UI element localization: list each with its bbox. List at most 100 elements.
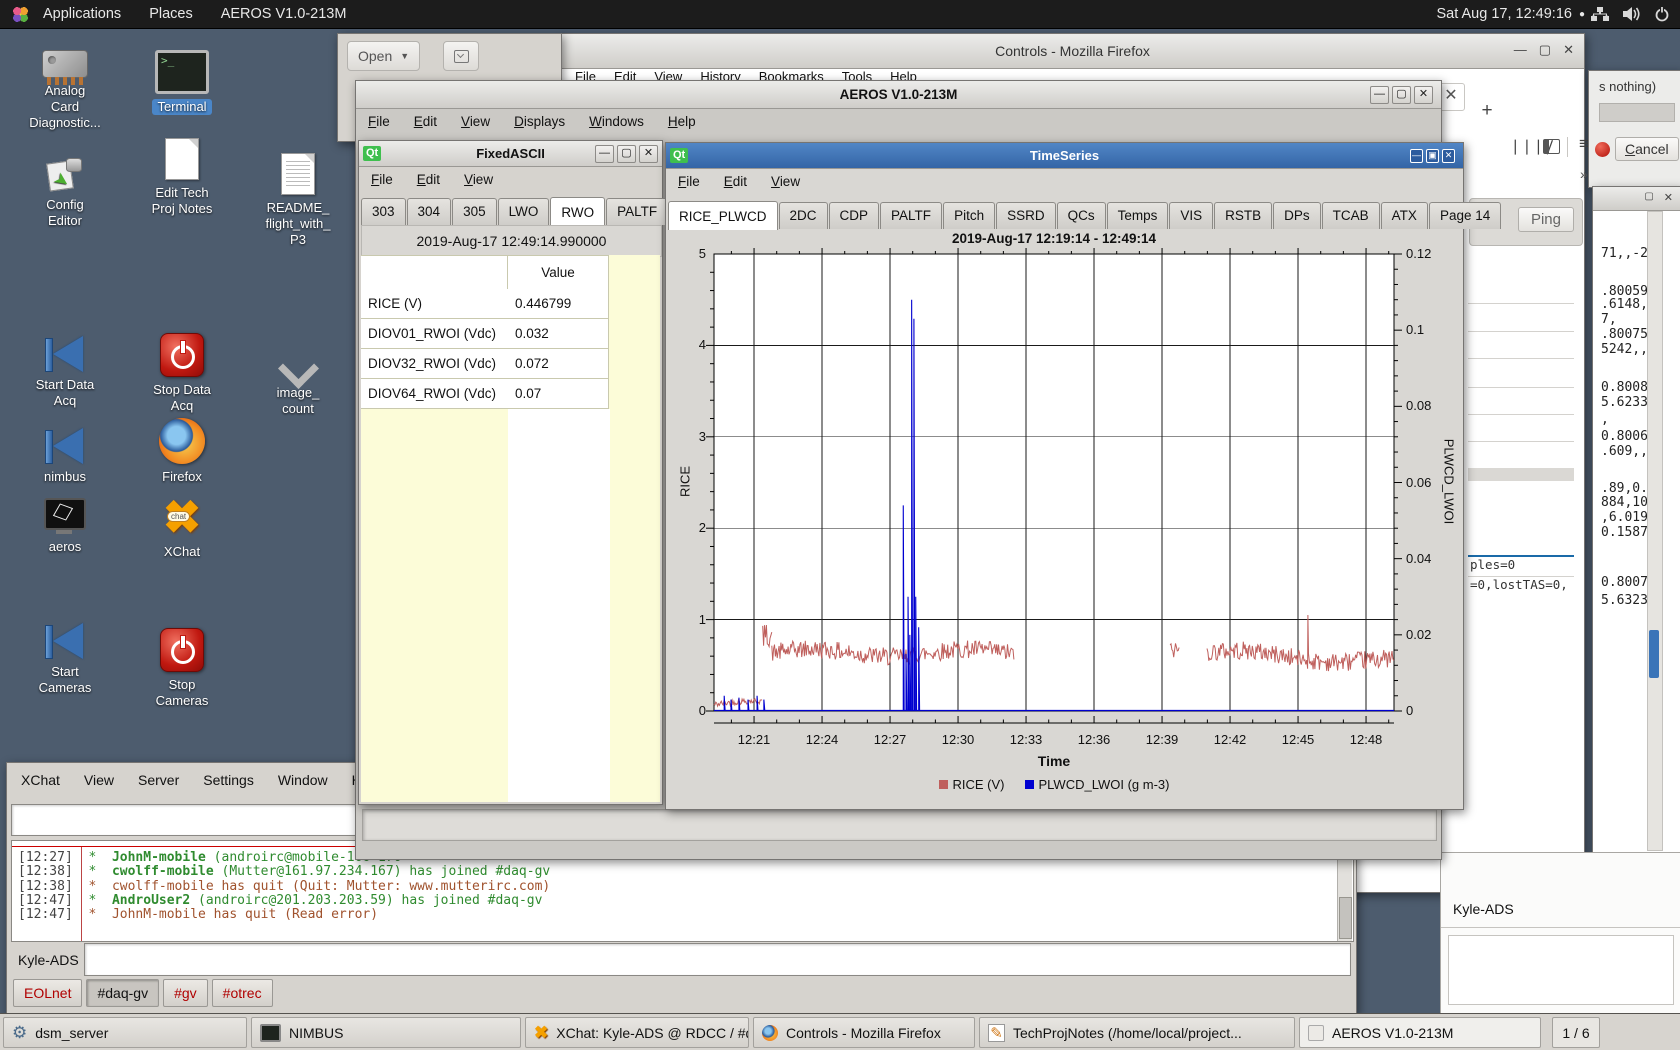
tab-dps[interactable]: DPs — [1273, 202, 1321, 229]
tab-303[interactable]: 303 — [361, 198, 406, 225]
close-icon[interactable]: ✕ — [1414, 86, 1433, 104]
taskbar-item-dsm-server[interactable]: ⚙dsm_server — [3, 1017, 247, 1048]
tab-vis[interactable]: VIS — [1169, 202, 1213, 229]
new-tab-button[interactable]: + — [1476, 100, 1498, 122]
tab-temps[interactable]: Temps — [1107, 202, 1169, 229]
tab-paltf[interactable]: PALTF — [880, 202, 942, 229]
maximize-icon[interactable]: ▢ — [1644, 191, 1653, 204]
xchat-menu-settings[interactable]: Settings — [203, 772, 254, 788]
power-icon[interactable] — [1654, 6, 1670, 22]
desktop-icon-stop-data-acq[interactable]: Stop DataAcq — [124, 333, 240, 414]
tab-lwo[interactable]: LWO — [498, 198, 550, 225]
fixedascii-menu-file[interactable]: File — [371, 172, 393, 187]
maximize-icon[interactable]: ▢ — [617, 145, 636, 163]
topic-input[interactable] — [11, 804, 359, 836]
tab-page-14[interactable]: Page 14 — [1429, 202, 1501, 229]
channel-tab-eolnet[interactable]: EOLnet — [13, 979, 82, 1007]
chart-area[interactable]: 2019-Aug-17 12:19:14 - 12:49:14 RICE PLW… — [666, 229, 1463, 809]
selected-row[interactable] — [1468, 468, 1574, 481]
taskbar-item-controls-mozilla-firefox[interactable]: Controls - Mozilla Firefox — [753, 1017, 975, 1048]
fixedascii-menu-view[interactable]: View — [464, 172, 493, 187]
minimize-icon[interactable]: — — [1514, 42, 1527, 58]
minimize-icon[interactable]: — — [595, 145, 614, 163]
scrollbar-thumb[interactable] — [1649, 630, 1659, 678]
tab-ssrd[interactable]: SSRD — [996, 202, 1056, 229]
channel-tab-otrec[interactable]: #otrec — [212, 979, 273, 1007]
desktop-icon-start-cameras[interactable]: StartCameras — [7, 623, 123, 696]
userlist-nick[interactable]: Kyle-ADS — [1453, 901, 1514, 917]
minimize-icon[interactable]: — — [1410, 149, 1423, 163]
chart-plot[interactable] — [666, 229, 1463, 809]
close-icon[interactable]: ✕ — [1442, 149, 1455, 163]
tab-rstb[interactable]: RSTB — [1214, 202, 1272, 229]
volume-icon[interactable] — [1622, 6, 1641, 22]
desktop-icon-xchat[interactable]: ✖chatXChat — [124, 495, 240, 560]
timeseries-titlebar[interactable]: Qt TimeSeries — ▣ ✕ — [666, 143, 1463, 169]
scrollbar[interactable] — [1647, 211, 1663, 851]
scrollbar-thumb[interactable] — [1339, 897, 1352, 939]
topbar-menu-places[interactable]: Places — [135, 0, 207, 28]
topbar-menu-aeros-v1-0-213m[interactable]: AEROS V1.0-213M — [207, 0, 361, 28]
taskbar-item-nimbus[interactable]: NIMBUS — [251, 1017, 521, 1048]
maximize-icon[interactable]: ▢ — [1392, 86, 1411, 104]
desktop-icon-edit-tech-proj-notes[interactable]: Edit TechProj Notes — [124, 138, 240, 217]
firefox-titlebar[interactable]: Controls - Mozilla Firefox — ▢ ✕ — [561, 34, 1584, 69]
topbar-menu-applications[interactable]: Applications — [29, 0, 135, 28]
tab-304[interactable]: 304 — [407, 198, 452, 225]
close-icon[interactable]: ✕ — [639, 145, 658, 163]
xchat-menu-xchat[interactable]: XChat — [21, 772, 60, 788]
network-icon[interactable] — [1591, 6, 1609, 22]
desktop-icon-image-count[interactable]: image_count — [240, 354, 356, 417]
aeros-menu-windows[interactable]: Windows — [589, 114, 644, 129]
aeros-menu-edit[interactable]: Edit — [414, 114, 437, 129]
taskbar-item-xchat-kyle-ads-rdcc-daq-gv[interactable]: ✖XChat: Kyle-ADS @ RDCC / #daq-gv... — [525, 1017, 749, 1048]
tab-305[interactable]: 305 — [452, 198, 497, 225]
save-as-button[interactable] — [443, 41, 479, 71]
tab-rice-plwcd[interactable]: RICE_PLWCD — [668, 201, 778, 230]
chat-input[interactable] — [84, 943, 1351, 976]
mdi-scrollbar[interactable] — [362, 809, 1437, 841]
desktop-icon-nimbus[interactable]: nimbus — [7, 428, 123, 485]
ping-button[interactable]: Ping — [1518, 207, 1574, 232]
tab-paltf[interactable]: PALTF — [606, 198, 668, 225]
fixedascii-titlebar[interactable]: Qt FixedASCII — ▢ ✕ — [359, 141, 662, 167]
close-icon[interactable]: ✕ — [1563, 42, 1574, 58]
aeros-menu-file[interactable]: File — [368, 114, 390, 129]
tab-atx[interactable]: ATX — [1381, 202, 1428, 229]
taskbar-item-aeros-v1-0-213m[interactable]: AEROS V1.0-213M — [1299, 1017, 1541, 1048]
channel-tab-daq-gv[interactable]: #daq-gv — [86, 979, 159, 1007]
tab-cdp[interactable]: CDP — [829, 202, 880, 229]
sidebar-icon[interactable] — [1543, 139, 1560, 154]
desktop-icon-stop-cameras[interactable]: StopCameras — [124, 628, 240, 709]
data-stream-titlebar[interactable]: ▢ ✕ — [1593, 187, 1680, 211]
dialog-field[interactable] — [1599, 103, 1675, 122]
desktop-icon-aeros[interactable]: aeros — [7, 498, 123, 555]
bookmarks-overflow-icon[interactable]: » — [1580, 166, 1588, 182]
tab-2dc[interactable]: 2DC — [779, 202, 828, 229]
desktop-icon-analog-card-diagnostic[interactable]: AnalogCardDiagnostic... — [7, 50, 123, 131]
tab-tcab[interactable]: TCAB — [1322, 202, 1380, 229]
minimize-icon[interactable]: — — [1370, 86, 1389, 104]
desktop-icon-terminal[interactable]: >_Terminal — [124, 50, 240, 115]
workspace-pager[interactable]: 1 / 6 — [1552, 1017, 1600, 1048]
xchat-menu-view[interactable]: View — [84, 772, 114, 788]
aeros-menu-help[interactable]: Help — [668, 114, 696, 129]
xchat-menu-window[interactable]: Window — [278, 772, 328, 788]
timeseries-menu-edit[interactable]: Edit — [724, 174, 747, 189]
clock[interactable]: Sat Aug 17, 12:49:16 ● — [1437, 0, 1586, 28]
desktop-icon-config-editor[interactable]: ➤ConfigEditor — [7, 158, 123, 229]
tab-pitch[interactable]: Pitch — [943, 202, 995, 229]
aeros-menu-displays[interactable]: Displays — [514, 114, 565, 129]
tab-rwo[interactable]: RWO — [550, 197, 605, 226]
desktop-icon-firefox[interactable]: Firefox — [124, 418, 240, 485]
tab-qcs[interactable]: QCs — [1057, 202, 1106, 229]
desktop-icon-readme-flight-with-p3[interactable]: README_flight_with_P3 — [240, 153, 356, 248]
desktop-icon-start-data-acq[interactable]: Start DataAcq — [7, 336, 123, 409]
timeseries-menu-view[interactable]: View — [771, 174, 800, 189]
maximize-icon[interactable]: ▢ — [1539, 42, 1551, 58]
open-button[interactable]: Open ▼ — [347, 41, 420, 71]
taskbar-item-techprojnotes-home-local-project[interactable]: ✎TechProjNotes (/home/local/project... — [979, 1017, 1295, 1048]
maximize-icon[interactable]: ▣ — [1426, 149, 1439, 163]
close-icon[interactable]: ✕ — [1664, 191, 1673, 204]
fixedascii-menu-edit[interactable]: Edit — [417, 172, 440, 187]
